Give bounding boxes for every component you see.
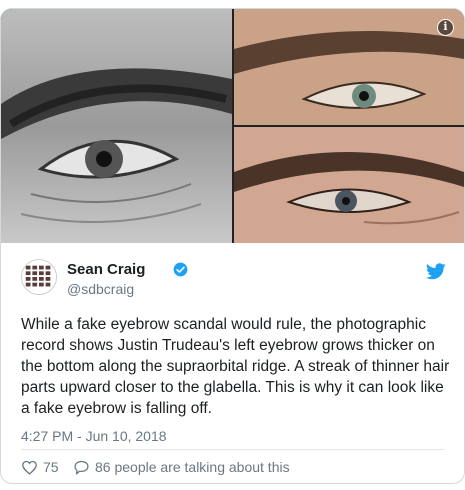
photo-eye-bw[interactable]	[1, 9, 232, 243]
tweet-text: While a fake eyebrow scandal would rule,…	[21, 316, 450, 417]
info-icon[interactable]: i	[437, 19, 454, 36]
author-handle[interactable]: @sdbcraig	[67, 281, 134, 297]
like-button[interactable]: 75	[21, 456, 59, 478]
conversation-button[interactable]: 86 people are talking about this	[73, 456, 290, 478]
twitter-bird-icon[interactable]	[426, 263, 446, 280]
tweet-actions: 75 86 people are talking about this	[21, 456, 451, 478]
verified-badge-icon	[173, 262, 188, 277]
divider	[21, 449, 444, 450]
heart-icon	[22, 460, 37, 475]
avatar[interactable]	[21, 259, 57, 295]
tweet-timestamp[interactable]: 4:27 PM - Jun 10, 2018	[21, 428, 167, 444]
photo-eye-color-top[interactable]	[234, 9, 464, 125]
tweet-media-grid[interactable]: i	[1, 9, 464, 243]
photo-eye-color-bottom[interactable]	[234, 127, 464, 243]
embedded-tweet-card[interactable]: i Sean Craig @sdbcraig While a fake eyeb…	[0, 8, 465, 484]
author-name[interactable]: Sean Craig	[67, 261, 145, 278]
conversation-text: 86 people are talking about this	[95, 459, 290, 475]
reply-bubble-icon	[74, 460, 89, 475]
like-count: 75	[43, 459, 59, 475]
tweet-header: Sean Craig @sdbcraig	[21, 259, 446, 301]
